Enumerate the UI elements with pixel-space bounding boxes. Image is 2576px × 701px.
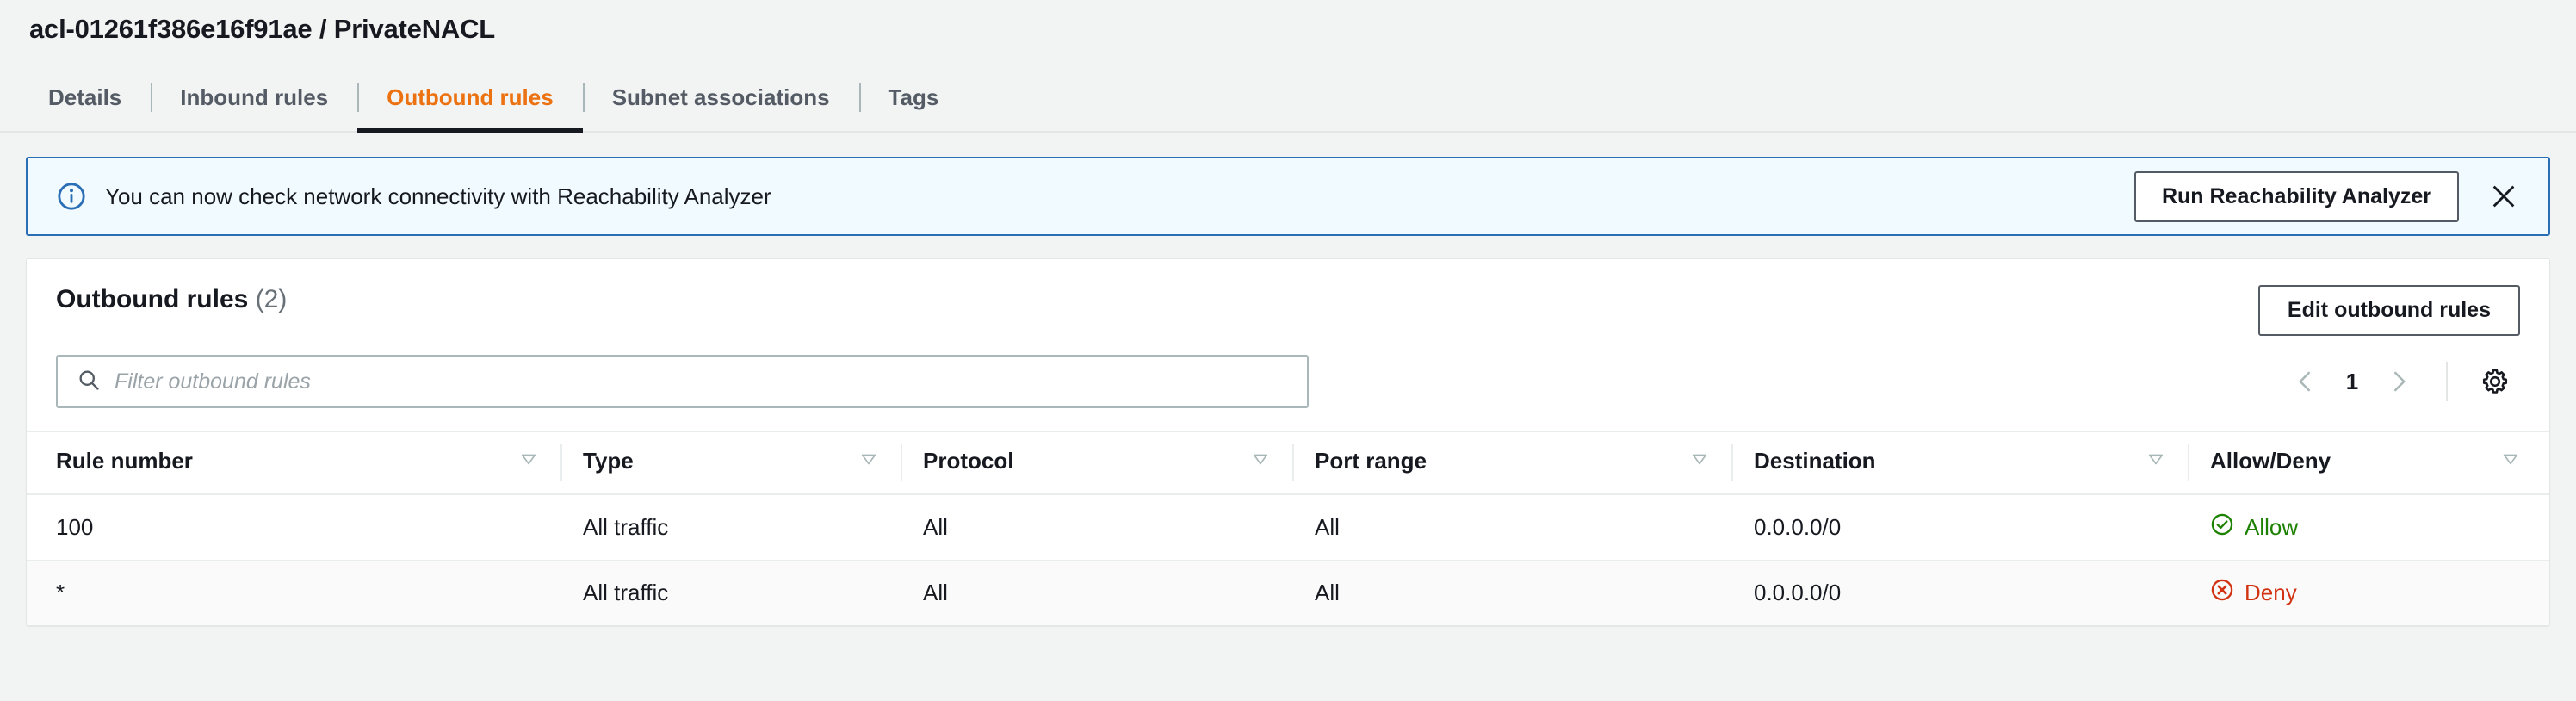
page-title: acl-01261f386e16f91ae / PrivateNACL [29, 14, 496, 44]
filter-search-box[interactable] [56, 355, 1309, 408]
cell-protocol: All [901, 560, 1292, 625]
cell-port-range: All [1315, 514, 1340, 540]
table-toolbar: 1 [27, 336, 2549, 431]
x-circle-icon [2210, 578, 2234, 608]
column-label: Destination [1754, 448, 1876, 474]
sort-triangle-icon[interactable] [519, 448, 538, 475]
check-circle-icon [2210, 512, 2234, 543]
cell-rule-number: * [27, 560, 560, 625]
tab-label: Inbound rules [180, 84, 329, 110]
sort-triangle-icon[interactable] [1251, 448, 1270, 475]
search-input[interactable] [115, 369, 1288, 394]
chevron-left-icon[interactable] [2281, 357, 2331, 406]
status-badge: Deny [2210, 578, 2297, 608]
tab-label: Tags [888, 84, 939, 110]
column-label: Protocol [923, 448, 1014, 474]
toolbar-divider [2446, 362, 2448, 401]
column-label: Rule number [56, 448, 193, 474]
sort-triangle-icon[interactable] [2501, 448, 2520, 475]
cell-allow-deny: Allow [2188, 494, 2549, 561]
tab-bar: Details Inbound rules Outbound rules Sub… [0, 64, 2576, 133]
search-icon [77, 368, 101, 396]
column-header-protocol[interactable]: Protocol [901, 431, 1292, 495]
tab-details[interactable]: Details [19, 64, 151, 131]
column-header-destination[interactable]: Destination [1731, 431, 2188, 495]
tab-outbound-rules[interactable]: Outbound rules [357, 64, 583, 133]
table-body: 100 All traffic All All 0.0.0.0/0 Allow … [27, 494, 2549, 625]
run-reachability-analyzer-button[interactable]: Run Reachability Analyzer [2133, 171, 2459, 222]
column-label: Type [583, 448, 634, 474]
chevron-right-icon[interactable] [2374, 357, 2424, 406]
cell-destination: 0.0.0.0/0 [1731, 560, 2188, 625]
tab-label: Outbound rules [387, 84, 554, 110]
page-number[interactable]: 1 [2338, 369, 2367, 395]
outbound-rules-card: Outbound rules (2) Edit outbound rules F… [26, 258, 2550, 626]
status-label: Deny [2245, 580, 2297, 605]
edit-outbound-rules-button[interactable]: Edit outbound rules [2257, 285, 2520, 336]
cell-rule-number: 100 [56, 514, 94, 540]
table-header: Rule number Type Protocol Port range Des… [27, 431, 2549, 495]
close-icon[interactable] [2481, 174, 2526, 219]
reachability-analyzer-banner: You can now check network connectivity w… [26, 157, 2550, 236]
panel-title: Outbound rules (2) [56, 285, 287, 314]
outbound-rules-table: Rule number Type Protocol Port range Des… [27, 431, 2549, 625]
table-row[interactable]: 100 All traffic All All 0.0.0.0/0 Allow [27, 494, 2549, 561]
table-row[interactable]: * All traffic All All 0.0.0.0/0 Deny [27, 560, 2549, 625]
cell-type: All traffic [560, 560, 901, 625]
cell-type: All traffic [583, 514, 669, 540]
sort-triangle-icon[interactable] [2146, 448, 2165, 475]
sort-triangle-icon[interactable] [859, 448, 878, 475]
column-label: Port range [1315, 448, 1427, 474]
tab-label: Subnet associations [611, 84, 830, 110]
table-header-row: Rule number Type Protocol Port range Des… [27, 431, 2549, 495]
cell-destination: 0.0.0.0/0 [1754, 514, 1842, 540]
card-header: Outbound rules (2) Edit outbound rules [27, 259, 2549, 336]
pagination-controls: 1 [2281, 357, 2520, 406]
rules-count: (2) [255, 285, 288, 313]
status-label: Allow [2245, 514, 2299, 540]
tab-inbound-rules[interactable]: Inbound rules [151, 64, 357, 131]
tab-label: Details [48, 84, 122, 110]
cell-allow-deny: Deny [2188, 560, 2549, 625]
sort-triangle-icon[interactable] [1690, 448, 1709, 475]
cell-port-range: All [1292, 560, 1731, 625]
column-header-rule-number[interactable]: Rule number [27, 431, 560, 495]
panel-title-text: Outbound rules [56, 285, 249, 313]
tab-tags[interactable]: Tags [858, 64, 969, 131]
tab-subnet-associations[interactable]: Subnet associations [582, 64, 859, 131]
outbound-rules-card-container: Outbound rules (2) Edit outbound rules F… [0, 236, 2576, 626]
column-header-allow-deny[interactable]: Allow/Deny [2188, 431, 2549, 495]
info-circle-icon [57, 182, 86, 211]
nacl-outbound-rules-page: acl-01261f386e16f91ae / PrivateNACL Deta… [0, 0, 2576, 701]
gear-icon[interactable] [2470, 357, 2520, 406]
column-label: Allow/Deny [2210, 448, 2331, 474]
cell-protocol: All [923, 514, 948, 540]
status-badge: Allow [2210, 512, 2298, 543]
column-header-port-range[interactable]: Port range [1292, 431, 1731, 495]
banner-container: You can now check network connectivity w… [0, 133, 2576, 236]
column-header-type[interactable]: Type [560, 431, 901, 495]
banner-message: You can now check network connectivity w… [105, 183, 771, 209]
